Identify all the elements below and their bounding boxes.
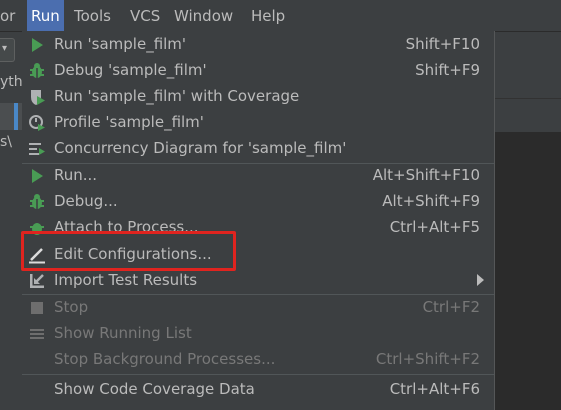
menu-item-stop[interactable]: Stop Ctrl+F2 bbox=[22, 295, 494, 321]
run-icon bbox=[32, 38, 43, 52]
menu-item-debug-sample[interactable]: Debug 'sample_film' Shift+F9 bbox=[22, 58, 494, 84]
menu-vcs[interactable]: VCS bbox=[130, 0, 160, 31]
menu-item-shortcut: Ctrl+Alt+F5 bbox=[389, 218, 480, 236]
menu-item-shortcut: Ctrl+Shift+F2 bbox=[375, 350, 480, 368]
toolbar-divider bbox=[494, 98, 561, 99]
left-dropdown[interactable]: ▾ bbox=[0, 38, 15, 62]
debug-icon bbox=[30, 194, 44, 209]
menu-run[interactable]: Run bbox=[27, 0, 64, 31]
profile-icon bbox=[29, 115, 45, 131]
menu-item-label: Import Test Results bbox=[54, 271, 198, 289]
menu-item-shortcut: Shift+F9 bbox=[415, 61, 480, 79]
menu-separator bbox=[22, 374, 494, 375]
menu-item-shortcut: Alt+Shift+F9 bbox=[382, 192, 480, 210]
highlight-box bbox=[21, 231, 236, 271]
menu-item-run-dialog[interactable]: Run... Alt+Shift+F10 bbox=[22, 163, 494, 189]
menu-item-label: Run 'sample_film' with Coverage bbox=[54, 87, 300, 105]
left-tab-accent bbox=[14, 103, 18, 130]
right-toolbar bbox=[494, 32, 561, 132]
menu-item-show-running-list[interactable]: Show Running List bbox=[22, 321, 494, 347]
menu-item-label: Show Running List bbox=[54, 324, 192, 342]
menu-item-label: Show Code Coverage Data bbox=[54, 380, 255, 398]
menu-item-shortcut: Shift+F10 bbox=[405, 35, 480, 53]
menu-item-run-with-coverage[interactable]: Run 'sample_film' with Coverage bbox=[22, 84, 494, 110]
menu-item-debug-dialog[interactable]: Debug... Alt+Shift+F9 bbox=[22, 189, 494, 215]
menu-item-label: Profile 'sample_film' bbox=[54, 113, 204, 131]
list-icon bbox=[30, 329, 44, 339]
debug-icon bbox=[30, 63, 44, 78]
run-menu: Run 'sample_film' Shift+F10 Debug 'sampl… bbox=[22, 31, 495, 410]
menu-item-label: Stop Background Processes... bbox=[54, 350, 276, 368]
menu-item-profile-sample[interactable]: Profile 'sample_film' bbox=[22, 110, 494, 136]
menu-item-run-sample[interactable]: Run 'sample_film' Shift+F10 bbox=[22, 32, 494, 58]
left-tab-bar bbox=[0, 103, 22, 130]
import-icon bbox=[30, 274, 44, 288]
menu-item-shortcut: Ctrl+Alt+F6 bbox=[389, 380, 480, 398]
concurrency-icon bbox=[29, 143, 45, 155]
menu-tools[interactable]: Tools bbox=[74, 0, 111, 31]
left-partial-path: s\ bbox=[0, 134, 13, 150]
menu-item-label: Stop bbox=[54, 298, 89, 316]
menu-item-label: Run... bbox=[54, 166, 98, 184]
menubar: or Run Tools VCS Window Help bbox=[0, 0, 561, 32]
menu-item-shortcut: Alt+Shift+F10 bbox=[372, 166, 480, 184]
menu-window[interactable]: Window bbox=[174, 0, 233, 31]
menu-item-show-code-coverage[interactable]: Show Code Coverage Data Ctrl+Alt+F6 bbox=[22, 377, 494, 403]
menu-help[interactable]: Help bbox=[251, 0, 285, 31]
run-icon bbox=[32, 169, 43, 183]
stop-icon bbox=[31, 302, 43, 314]
menu-item-label: Debug 'sample_film' bbox=[54, 61, 207, 79]
menu-item-import-test-results[interactable]: Import Test Results bbox=[22, 268, 494, 294]
menu-item-label: Run 'sample_film' bbox=[54, 35, 187, 53]
menu-item-shortcut: Ctrl+F2 bbox=[422, 298, 480, 316]
menu-item-concurrency-diagram[interactable]: Concurrency Diagram for 'sample_film' bbox=[22, 136, 494, 162]
submenu-arrow-icon bbox=[477, 274, 484, 286]
menu-item-label: Concurrency Diagram for 'sample_film' bbox=[54, 139, 347, 157]
menu-item-label: Debug... bbox=[54, 192, 118, 210]
chevron-down-icon: ▾ bbox=[2, 43, 8, 54]
menu-editor-partial[interactable]: or bbox=[0, 0, 15, 31]
menu-item-stop-background-processes[interactable]: Stop Background Processes... Ctrl+Shift+… bbox=[22, 347, 494, 373]
left-partial-text: yth bbox=[0, 74, 23, 90]
coverage-icon bbox=[31, 90, 45, 105]
